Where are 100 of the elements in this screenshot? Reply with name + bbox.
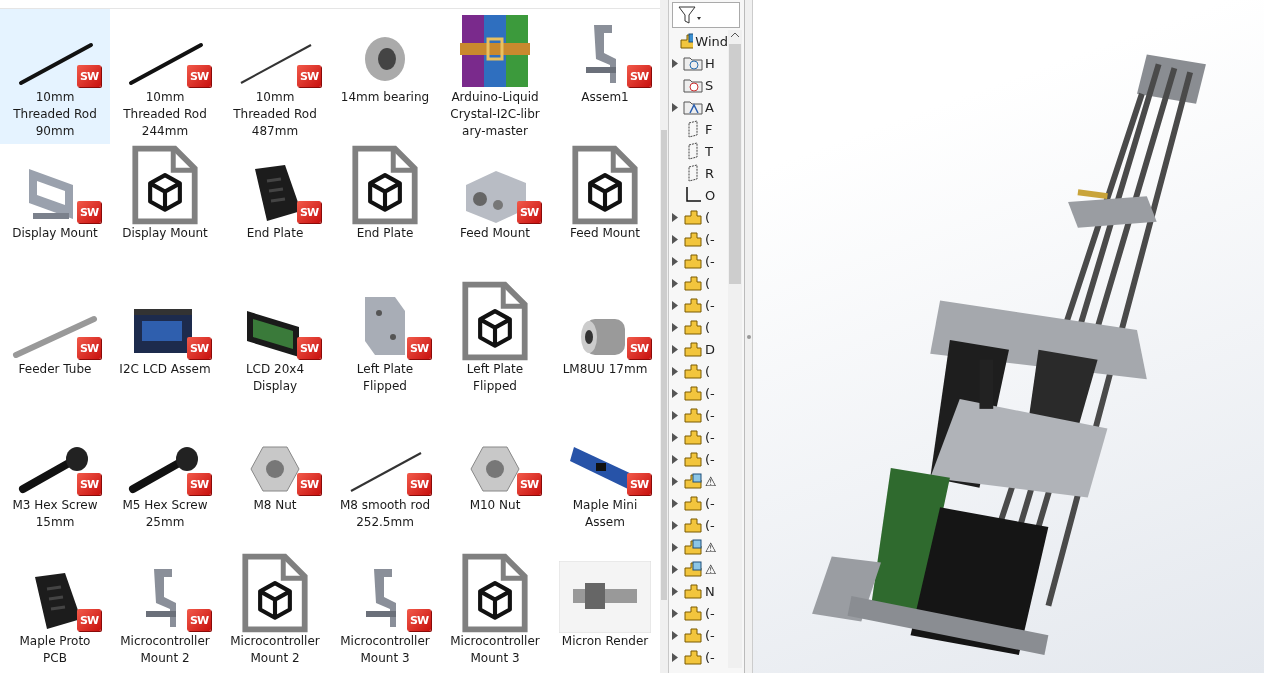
- file-item[interactable]: SW Maple Mini Assem: [550, 417, 660, 535]
- expand-arrow-icon[interactable]: [672, 410, 678, 420]
- tree-item-label[interactable]: S: [705, 77, 714, 93]
- tree-item-label[interactable]: (-: [705, 231, 715, 247]
- file-item[interactable]: SW 10mm Threaded Rod 487mm: [220, 9, 330, 144]
- expand-arrow-icon[interactable]: [672, 388, 678, 398]
- file-item[interactable]: SW Maple Proto PCB: [0, 553, 110, 671]
- file-item[interactable]: SW 10mm Threaded Rod 244mm: [110, 9, 220, 144]
- tree-item-label[interactable]: (-: [705, 649, 715, 665]
- file-item[interactable]: Microcontroller Mount 3: [440, 553, 550, 671]
- expand-arrow-icon[interactable]: [672, 234, 678, 244]
- tree-item-label[interactable]: (: [705, 275, 711, 291]
- file-name: 10mm Threaded Rod 487mm: [232, 89, 318, 140]
- tree-item-label[interactable]: (-: [705, 385, 715, 401]
- file-name: Left Plate Flipped: [465, 361, 525, 395]
- expand-arrow-icon[interactable]: [672, 256, 678, 266]
- expand-arrow-icon[interactable]: [672, 102, 678, 112]
- filter-button[interactable]: [672, 2, 740, 28]
- tree-item-label[interactable]: (-: [705, 297, 715, 313]
- file-name: End Plate: [355, 225, 415, 242]
- part-icon: [683, 296, 703, 314]
- file-item[interactable]: SW Feed Mount: [440, 145, 550, 246]
- file-item[interactable]: SW Microcontroller Mount 3: [330, 553, 440, 671]
- tree-item-label[interactable]: (-: [705, 429, 715, 445]
- expand-arrow-icon[interactable]: [672, 454, 678, 464]
- file-item[interactable]: Arduino-Liquid Crystal-I2C-libr ary-master: [440, 9, 550, 144]
- expand-arrow-icon[interactable]: [672, 322, 678, 332]
- file-name: Microcontroller Mount 2: [119, 633, 211, 667]
- expand-arrow-icon[interactable]: [672, 366, 678, 376]
- file-item[interactable]: SW M8 Nut: [220, 417, 330, 518]
- expand-arrow-icon[interactable]: [672, 212, 678, 222]
- scrollbar[interactable]: [728, 30, 742, 668]
- tree-item-label[interactable]: T: [705, 143, 713, 159]
- solidworks-badge: SW: [407, 609, 431, 631]
- expand-arrow-icon[interactable]: [672, 476, 678, 486]
- tree-item-label[interactable]: R: [705, 165, 715, 181]
- expand-arrow-icon[interactable]: [672, 520, 678, 530]
- file-item[interactable]: SW Microcontroller Mount 2: [110, 553, 220, 671]
- file-item[interactable]: SW Display Mount: [0, 145, 110, 246]
- file-item[interactable]: SW I2C LCD Assem: [110, 281, 220, 382]
- expand-arrow-icon[interactable]: [672, 608, 678, 618]
- file-item[interactable]: 14mm bearing: [330, 9, 440, 110]
- tree-item-label[interactable]: N: [705, 583, 715, 599]
- file-item[interactable]: SW M8 smooth rod 252.5mm: [330, 417, 440, 535]
- tree-item-label[interactable]: D: [705, 341, 715, 357]
- expand-arrow-icon[interactable]: [672, 586, 678, 596]
- file-item[interactable]: SW M10 Nut: [440, 417, 550, 518]
- file-item[interactable]: Left Plate Flipped: [440, 281, 550, 399]
- file-item[interactable]: SW 10mm Threaded Rod 90mm: [0, 9, 110, 144]
- tree-item-label[interactable]: ⚠: [705, 473, 717, 489]
- expand-arrow-icon[interactable]: [672, 498, 678, 508]
- file-icon: [352, 145, 418, 225]
- file-item[interactable]: SW LCD 20x4 Display: [220, 281, 330, 399]
- file-item[interactable]: Microcontroller Mount 2: [220, 553, 330, 671]
- file-item[interactable]: SW M3 Hex Screw 15mm: [0, 417, 110, 535]
- file-item[interactable]: SW Assem1: [550, 9, 660, 110]
- tree-item-label[interactable]: (-: [705, 451, 715, 467]
- solidworks-badge: SW: [187, 609, 211, 631]
- expand-arrow-icon[interactable]: [672, 278, 678, 288]
- file-item[interactable]: SW Left Plate Flipped: [330, 281, 440, 399]
- expand-arrow-icon[interactable]: [672, 652, 678, 662]
- tree-item-label[interactable]: (-: [705, 517, 715, 533]
- tree-item-label[interactable]: H: [705, 55, 715, 71]
- tree-item-label[interactable]: (-: [705, 253, 715, 269]
- file-item[interactable]: End Plate: [330, 145, 440, 246]
- expand-arrow-icon[interactable]: [672, 58, 678, 68]
- expand-arrow-icon[interactable]: [672, 344, 678, 354]
- file-icon: [132, 145, 198, 225]
- expand-arrow-icon[interactable]: [672, 300, 678, 310]
- file-item[interactable]: Display Mount: [110, 145, 220, 246]
- tree-item-label[interactable]: (: [705, 319, 711, 335]
- tree-item-label[interactable]: ⚠: [705, 539, 717, 555]
- tree-item-label[interactable]: F: [705, 121, 713, 137]
- tree-item-label[interactable]: ⚠: [705, 561, 717, 577]
- file-item[interactable]: Micron Render: [550, 553, 660, 654]
- tree-item-label[interactable]: (: [705, 209, 711, 225]
- expand-arrow-icon[interactable]: [672, 564, 678, 574]
- tree-item-label[interactable]: (: [705, 363, 711, 379]
- part-icon: [683, 626, 703, 644]
- tree-item-label[interactable]: O: [705, 187, 716, 203]
- tree-item-label[interactable]: (-: [705, 627, 715, 643]
- scrollbar[interactable]: [660, 0, 668, 673]
- assembly-icon: [683, 472, 703, 490]
- expand-arrow-icon[interactable]: [672, 542, 678, 552]
- scroll-up-icon[interactable]: [730, 30, 740, 40]
- tree-item-label[interactable]: (-: [705, 495, 715, 511]
- expand-arrow-icon[interactable]: [672, 432, 678, 442]
- expand-arrow-icon[interactable]: [672, 630, 678, 640]
- file-item[interactable]: SW Feeder Tube: [0, 281, 110, 382]
- file-item[interactable]: SW End Plate: [220, 145, 330, 246]
- file-item[interactable]: SW M5 Hex Screw 25mm: [110, 417, 220, 535]
- file-item[interactable]: Feed Mount: [550, 145, 660, 246]
- part-icon: [683, 582, 703, 600]
- tree-item-label[interactable]: A: [705, 99, 714, 115]
- tree-item-label[interactable]: (-: [705, 605, 715, 621]
- file-item[interactable]: SW LM8UU 17mm: [550, 281, 660, 382]
- tree-item-label[interactable]: (-: [705, 407, 715, 423]
- tree-item-label[interactable]: Wind: [695, 33, 728, 49]
- file-name: Display Mount: [11, 225, 99, 242]
- part-icon: [683, 494, 703, 512]
